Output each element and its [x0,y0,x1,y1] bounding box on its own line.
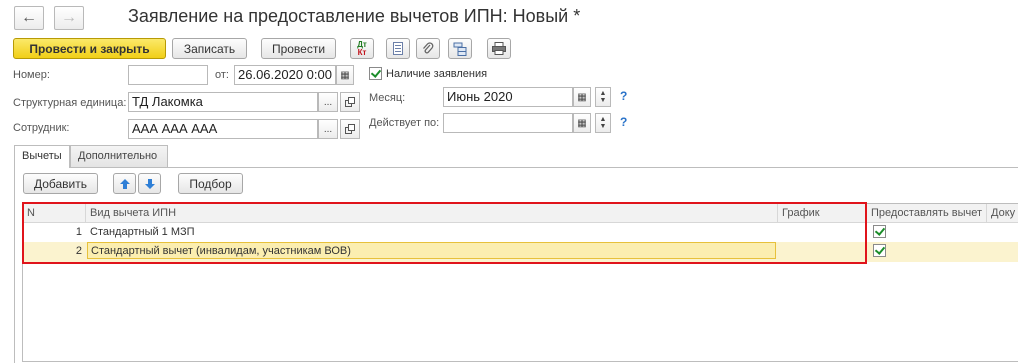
forward-button[interactable]: → [54,6,84,30]
unit-select-button[interactable]: ... [318,92,338,112]
dt-kt-button[interactable]: Дт Кт [350,38,374,59]
open-form-icon [345,97,355,107]
date-field[interactable]: 26.06.2020 0:00 [234,65,336,85]
report-button[interactable] [386,38,410,59]
paperclip-icon [423,41,434,53]
month-label: Месяц: [369,92,406,104]
open-form-icon [345,124,355,134]
calendar-icon: ▦ [577,117,587,129]
hierarchy-icon [453,42,467,56]
ellipsis-icon: ... [323,123,333,135]
unit-field[interactable]: ТД Лакомка [128,92,318,112]
valid-until-help-icon[interactable]: ? [620,115,627,129]
save-button[interactable]: Записать [172,38,247,59]
arrow-down-icon [144,178,155,189]
move-up-button[interactable] [113,173,136,194]
employee-open-button[interactable] [340,119,360,139]
month-help-icon[interactable]: ? [620,89,627,103]
number-field[interactable] [128,65,208,85]
highlight-frame [22,202,867,264]
window-title: Заявление на предоставление вычетов ИПН:… [128,6,581,26]
print-button[interactable] [487,38,511,59]
back-button[interactable]: ← [14,6,44,30]
calendar-icon: ▦ [577,91,587,103]
row-provide-checkbox[interactable] [867,241,987,262]
month-field[interactable]: Июнь 2020 [443,87,573,107]
unit-open-button[interactable] [340,92,360,112]
triangle-up-icon: ▲ [599,90,607,97]
attach-button[interactable] [416,38,440,59]
post-and-close-button[interactable]: Провести и закрыть [13,38,166,59]
checkmark-icon [873,244,886,257]
document-list-icon [393,42,403,55]
calendar-icon: ▦ [340,69,350,81]
printer-icon [492,42,506,55]
arrow-left-icon: ← [21,9,37,26]
column-header-documents[interactable]: Доку [987,204,1018,222]
employee-label: Сотрудник: [13,122,70,134]
month-stepper[interactable]: ▲ ▼ [595,87,611,107]
triangle-down-icon: ▼ [599,123,607,130]
arrow-up-icon [119,178,130,189]
row-provide-checkbox[interactable] [867,222,987,243]
date-calendar-button[interactable]: ▦ [336,65,354,85]
statement-checkbox[interactable] [369,67,382,83]
arrow-right-icon: → [61,9,77,26]
checkmark-icon [369,67,382,80]
move-down-button[interactable] [138,173,161,194]
post-button[interactable]: Провести [261,38,336,59]
valid-until-field[interactable] [443,113,573,133]
triangle-down-icon: ▼ [599,97,607,104]
valid-until-label: Действует по: [369,117,440,129]
structure-button[interactable] [448,38,472,59]
triangle-up-icon: ▲ [599,116,607,123]
number-label: Номер: [13,69,50,81]
employee-select-button[interactable]: ... [318,119,338,139]
column-header-provide[interactable]: Предоставлять вычет [867,204,987,222]
tab-additional[interactable]: Дополнительно [70,145,168,167]
unit-label: Структурная единица: [13,97,127,109]
ellipsis-icon: ... [323,96,333,108]
statement-checkbox-label: Наличие заявления [386,68,488,80]
date-label: от: [215,69,229,81]
valid-until-calendar-button[interactable]: ▦ [573,113,591,133]
select-button[interactable]: Подбор [178,173,243,194]
month-calendar-button[interactable]: ▦ [573,87,591,107]
add-button[interactable]: Добавить [23,173,98,194]
tab-deductions[interactable]: Вычеты [14,145,70,168]
checkmark-icon [873,225,886,238]
valid-until-stepper[interactable]: ▲ ▼ [595,113,611,133]
dt-kt-icon: Дт Кт [357,39,367,57]
employee-field[interactable]: ААА ААА ААА [128,119,318,139]
